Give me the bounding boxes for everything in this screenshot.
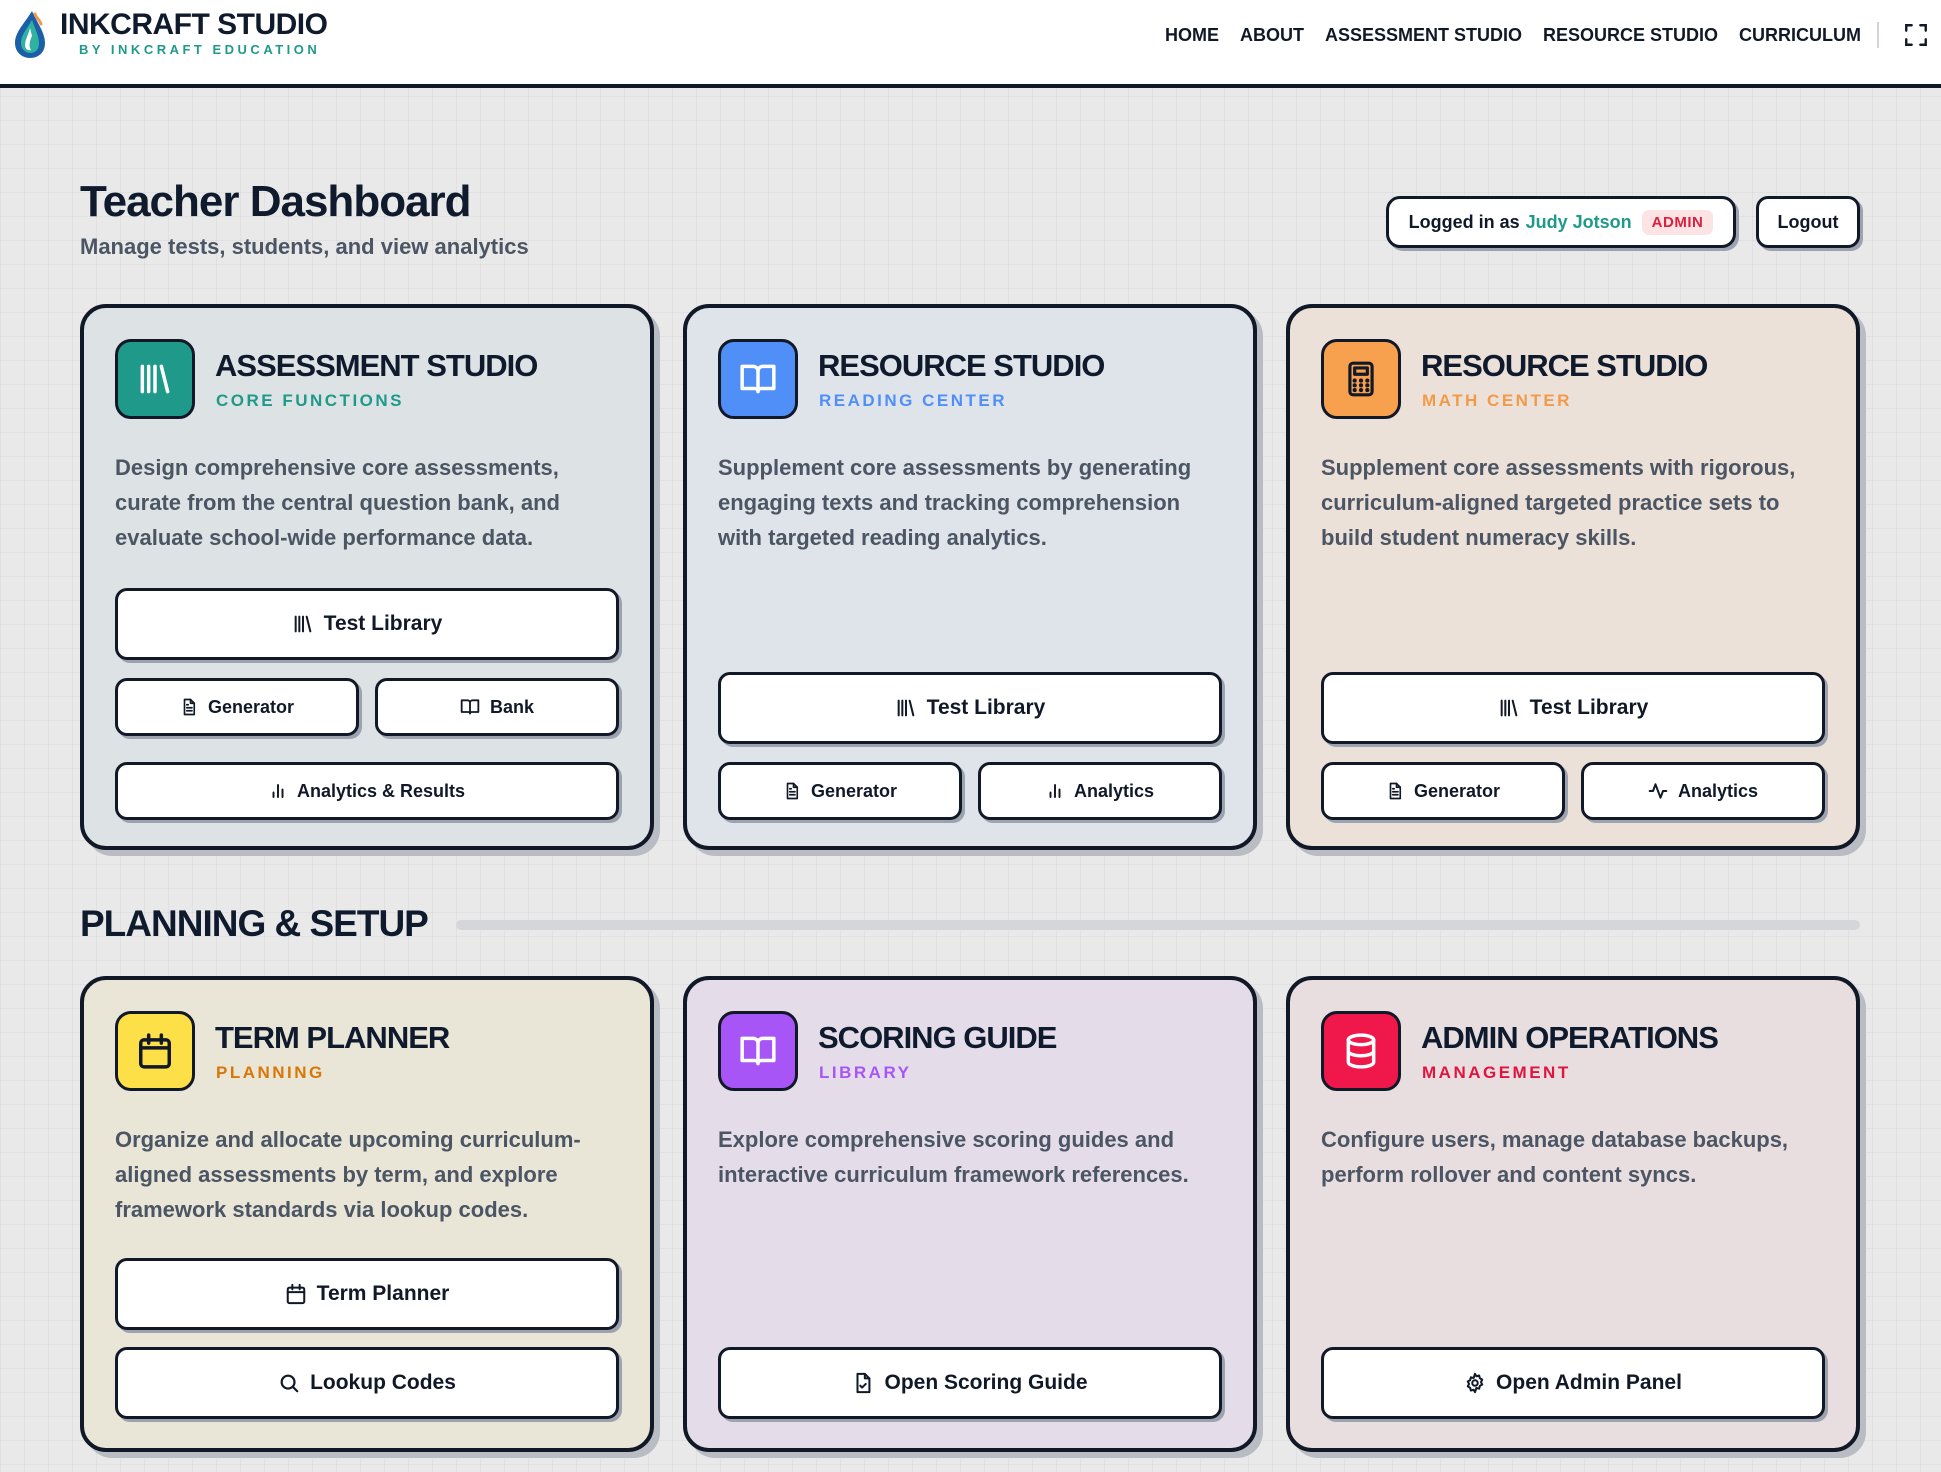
- card-title: RESOURCE STUDIO: [818, 348, 1105, 383]
- analytics-button[interactable]: Analytics: [978, 762, 1222, 820]
- button-label: Analytics: [1677, 780, 1759, 801]
- activity-icon: [1648, 783, 1668, 799]
- bank-button[interactable]: Bank: [375, 678, 619, 736]
- role-badge: ADMIN: [1641, 209, 1714, 235]
- book-open-icon: [718, 339, 798, 419]
- generator-button[interactable]: Generator: [718, 762, 962, 820]
- nav-assessment-studio[interactable]: ASSESSMENT STUDIO: [1325, 22, 1522, 48]
- button-label: Test Library: [1529, 696, 1649, 719]
- main-nav: HOME ABOUT ASSESSMENT STUDIO RESOURCE ST…: [1165, 22, 1861, 48]
- search-icon: [280, 1374, 299, 1393]
- term-planner-card: TERM PLANNER PLANNING Organize and alloc…: [80, 976, 654, 1452]
- assessment-studio-card: ASSESSMENT STUDIO CORE FUNCTIONS Design …: [80, 304, 654, 850]
- card-description: Explore comprehensive scoring guides and…: [718, 1127, 1189, 1187]
- button-label: Generator: [207, 696, 295, 717]
- page-title: Teacher Dashboard: [80, 177, 472, 226]
- brand-title: INKCRAFT STUDIO: [60, 8, 328, 41]
- analytics-button[interactable]: Analytics: [1581, 762, 1825, 820]
- test-library-button[interactable]: Test Library: [115, 588, 619, 660]
- card-description: Supplement core assessments with rigorou…: [1321, 455, 1796, 550]
- book-open-icon: [718, 1011, 798, 1091]
- bar-chart-icon: [1049, 784, 1061, 798]
- book-open-icon: [460, 699, 480, 715]
- calendar-icon: [115, 1011, 195, 1091]
- logout-button[interactable]: Logout: [1756, 196, 1860, 248]
- file-text-icon: [786, 782, 799, 800]
- open-admin-panel-button[interactable]: Open Admin Panel: [1321, 1347, 1825, 1419]
- file-text-icon: [1389, 782, 1402, 800]
- test-library-button[interactable]: Test Library: [1321, 672, 1825, 744]
- library-icon: [294, 615, 312, 633]
- library-icon: [897, 699, 915, 717]
- test-library-button[interactable]: Test Library: [718, 672, 1222, 744]
- file-text-icon: [183, 698, 196, 716]
- card-tag: CORE FUNCTIONS: [216, 391, 404, 410]
- open-scoring-guide-button[interactable]: Open Scoring Guide: [718, 1347, 1222, 1419]
- card-tag: LIBRARY: [819, 1063, 912, 1082]
- card-title: SCORING GUIDE: [818, 1020, 1057, 1055]
- reading-center-card: RESOURCE STUDIO READING CENTER Supplemen…: [683, 304, 1257, 850]
- nav-resource-studio[interactable]: RESOURCE STUDIO: [1543, 22, 1718, 48]
- button-label: Lookup Codes: [310, 1371, 456, 1394]
- button-label: Bank: [489, 696, 534, 717]
- nav-home[interactable]: HOME: [1165, 22, 1219, 48]
- logged-in-badge: Logged in as Judy Jotson ADMIN: [1386, 196, 1736, 248]
- button-label: Analytics & Results: [296, 780, 466, 801]
- page-subtitle: Manage tests, students, and view analyti…: [80, 234, 529, 259]
- card-title: ADMIN OPERATIONS: [1421, 1020, 1719, 1055]
- button-label: Test Library: [323, 612, 443, 635]
- ink-drop-logo-icon: [15, 11, 45, 58]
- button-label: Test Library: [926, 696, 1046, 719]
- nav-curriculum[interactable]: CURRICULUM: [1739, 22, 1861, 48]
- term-planner-button[interactable]: Term Planner: [115, 1258, 619, 1330]
- top-navbar: INKCRAFT STUDIO BY INKCRAFT EDUCATION HO…: [0, 0, 1941, 88]
- logged-in-prefix: Logged in as: [1408, 211, 1520, 232]
- button-label: Analytics: [1073, 780, 1155, 801]
- admin-operations-card: ADMIN OPERATIONS MANAGEMENT Configure us…: [1286, 976, 1860, 1452]
- card-title: ASSESSMENT STUDIO: [215, 348, 538, 383]
- card-tag: PLANNING: [216, 1063, 325, 1082]
- database-icon: [1321, 1011, 1401, 1091]
- button-label: Open Admin Panel: [1496, 1371, 1682, 1394]
- brand-subtitle: BY INKCRAFT EDUCATION: [79, 42, 321, 57]
- library-icon: [1500, 699, 1518, 717]
- card-tag: MATH CENTER: [1422, 391, 1572, 410]
- analytics-results-button[interactable]: Analytics & Results: [115, 762, 619, 820]
- card-tag: MANAGEMENT: [1422, 1063, 1571, 1082]
- nav-about[interactable]: ABOUT: [1240, 22, 1304, 48]
- section-divider: [456, 920, 1860, 930]
- button-label: Term Planner: [316, 1282, 450, 1305]
- calendar-icon: [286, 1283, 305, 1305]
- card-description: Configure users, manage database backups…: [1321, 1127, 1789, 1187]
- user-name: Judy Jotson: [1525, 211, 1632, 232]
- button-label: Open Scoring Guide: [884, 1371, 1088, 1394]
- card-description: Design comprehensive core assessments, c…: [115, 455, 560, 550]
- gear-icon: [1466, 1372, 1484, 1394]
- card-description: Supplement core assessments by generatin…: [718, 455, 1192, 550]
- brand-logo[interactable]: INKCRAFT STUDIO BY INKCRAFT EDUCATION: [10, 8, 328, 60]
- bar-chart-icon: [272, 784, 284, 798]
- library-icon: [115, 339, 195, 419]
- card-title: TERM PLANNER: [215, 1020, 450, 1055]
- button-label: Generator: [1413, 780, 1501, 801]
- card-tag: READING CENTER: [819, 391, 1008, 410]
- card-title: RESOURCE STUDIO: [1421, 348, 1708, 383]
- scoring-guide-card: SCORING GUIDE LIBRARY Explore comprehens…: [683, 976, 1257, 1452]
- file-check-icon: [856, 1372, 871, 1394]
- generator-button[interactable]: Generator: [1321, 762, 1565, 820]
- calculator-icon: [1321, 339, 1401, 419]
- button-label: Generator: [810, 780, 898, 801]
- nav-divider: [1877, 22, 1879, 48]
- generator-button[interactable]: Generator: [115, 678, 359, 736]
- section-title: PLANNING & SETUP: [80, 903, 429, 944]
- math-center-card: RESOURCE STUDIO MATH CENTER Supplement c…: [1286, 304, 1860, 850]
- card-description: Organize and allocate upcoming curriculu…: [115, 1127, 581, 1222]
- lookup-codes-button[interactable]: Lookup Codes: [115, 1347, 619, 1419]
- fullscreen-icon[interactable]: [1903, 22, 1929, 48]
